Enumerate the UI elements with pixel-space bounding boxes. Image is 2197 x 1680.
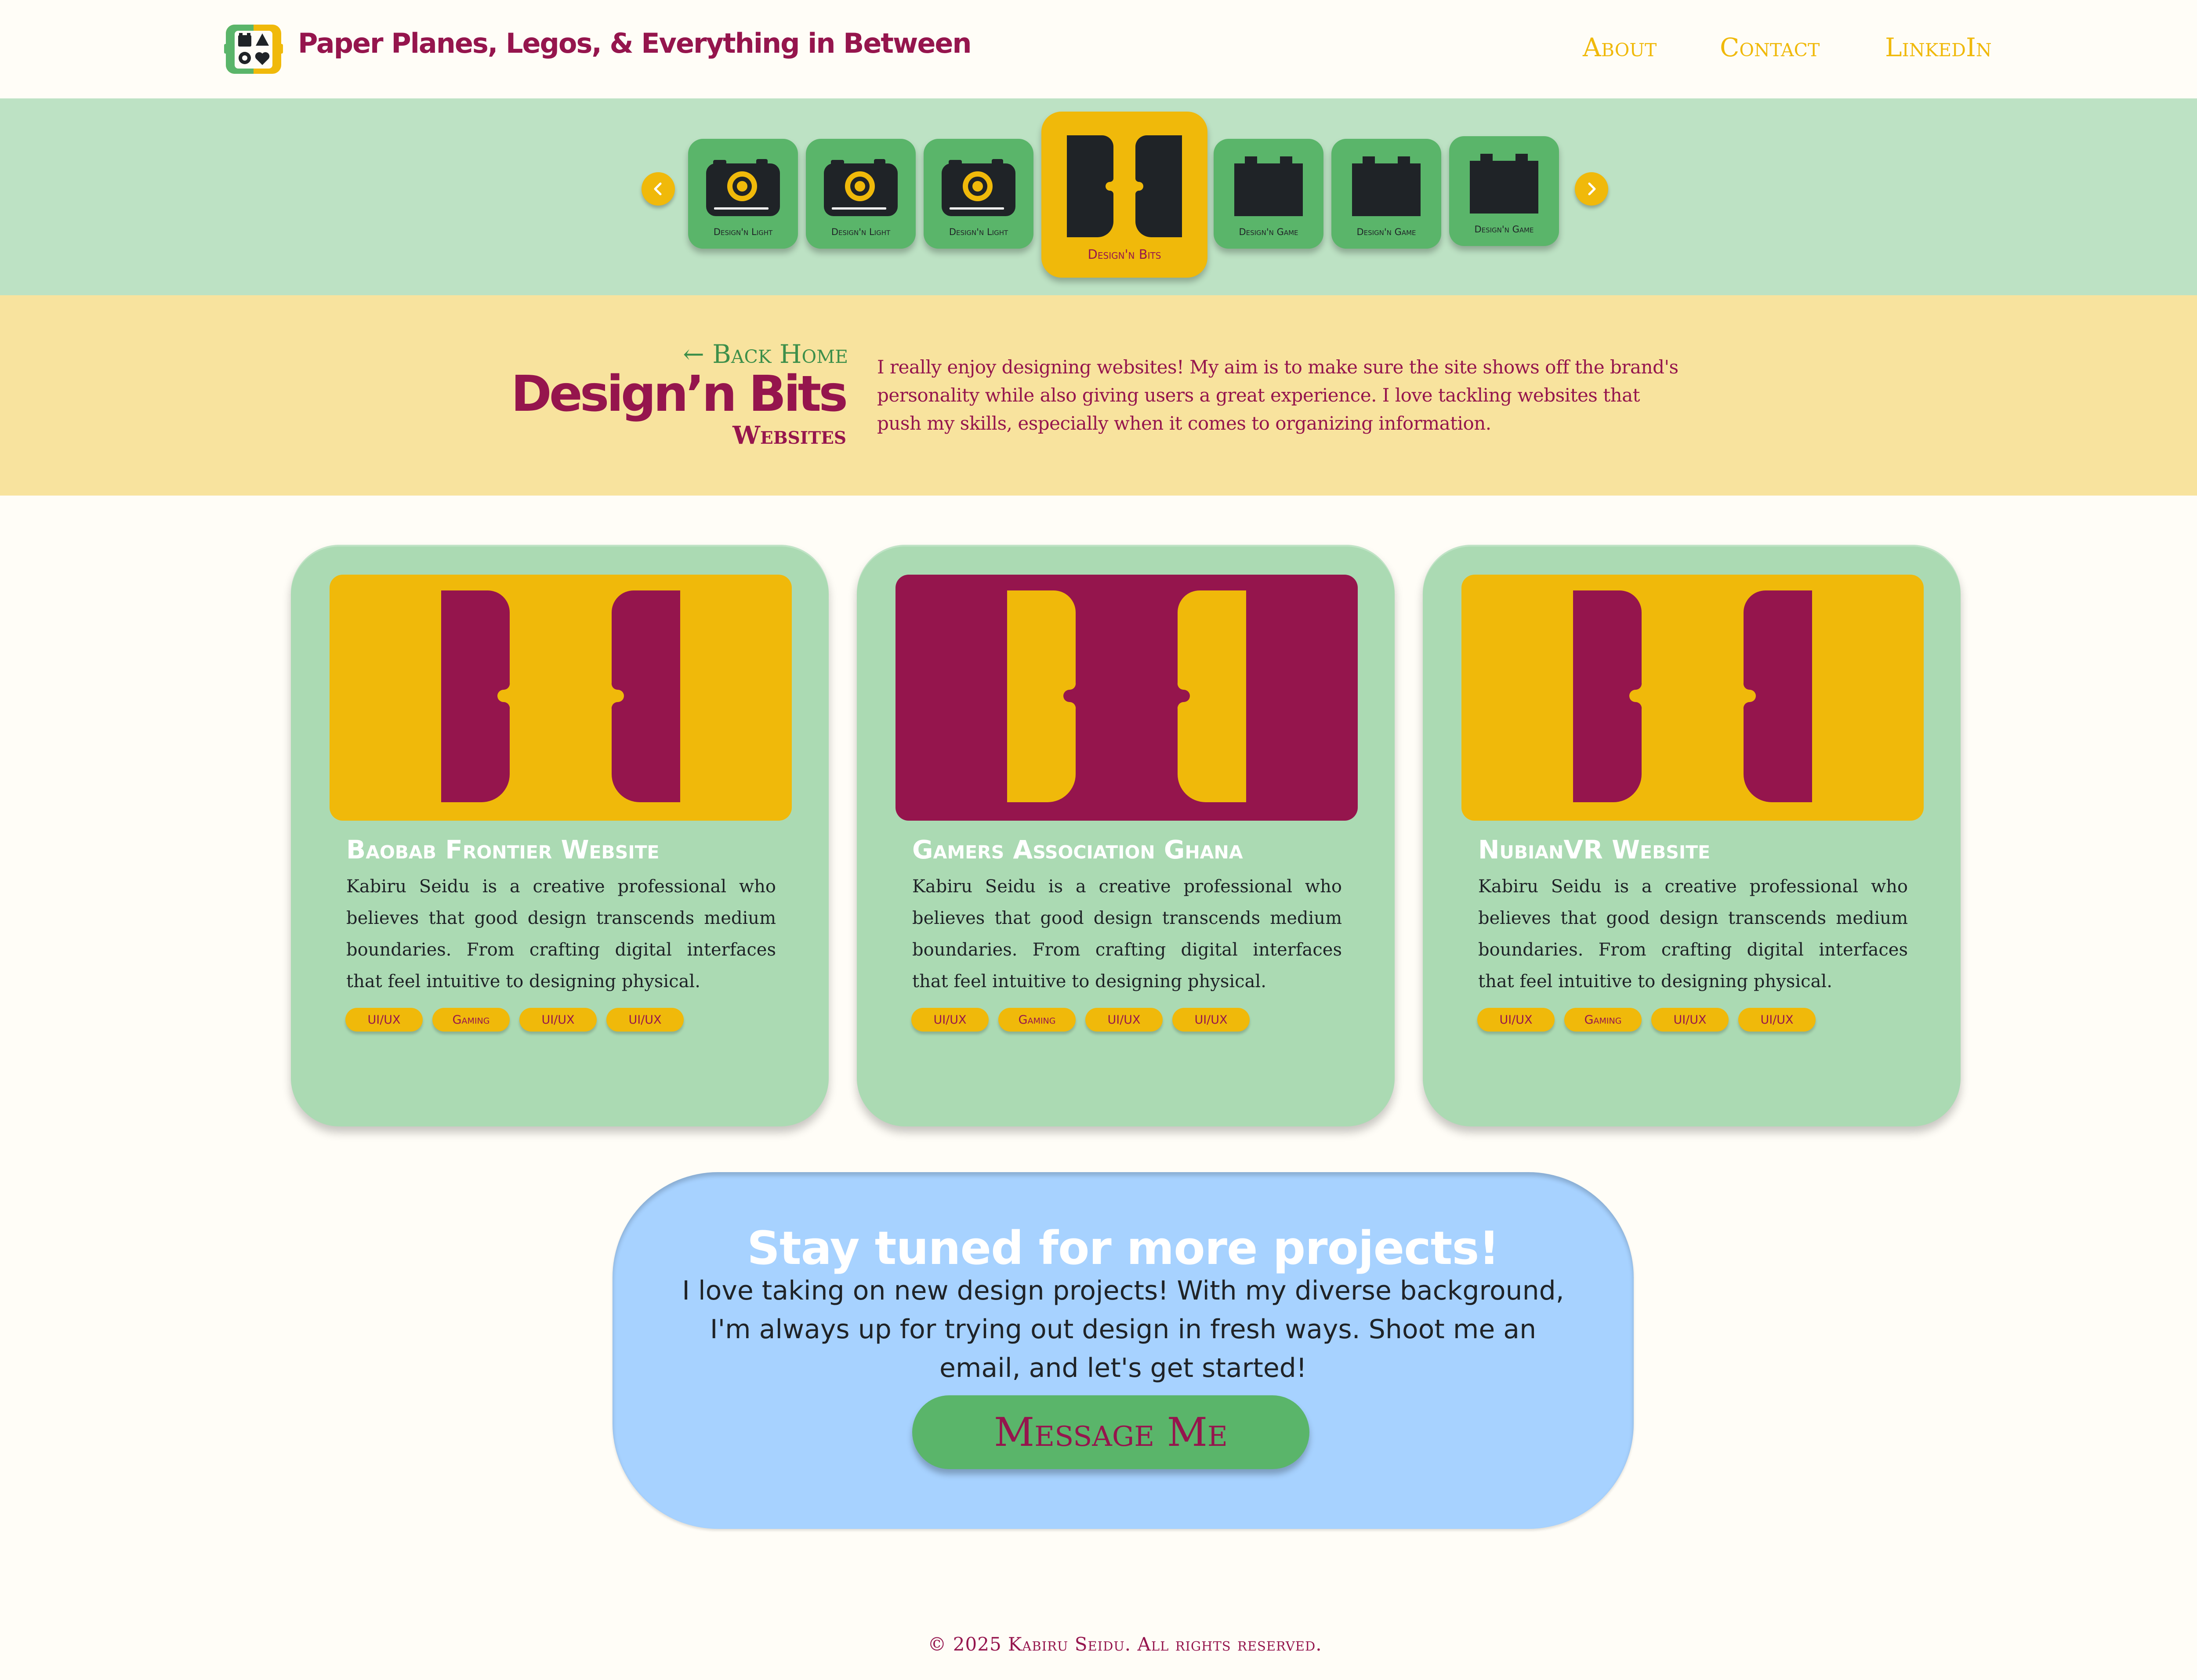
project-card[interactable]: Gamers Association Ghana Kabiru Seidu is… <box>857 545 1395 1126</box>
carousel-item-design-n-game[interactable]: Design'n Game <box>1449 136 1559 246</box>
project-title: Gamers Association Ghana <box>912 835 1243 865</box>
project-banner <box>895 575 1358 821</box>
tag-badge: UI/UX <box>345 1008 423 1032</box>
bits-logo-icon <box>1067 135 1182 237</box>
footer-copyright: © 2025 Kabiru Seidu. All rights reserved… <box>928 1633 1322 1655</box>
carousel-item-design-n-game[interactable]: Design'n Game <box>1331 139 1441 249</box>
nav-contact[interactable]: Contact <box>1720 33 1820 62</box>
camera-icon <box>706 159 780 216</box>
project-description: Kabiru Seidu is a creative professional … <box>1478 876 1908 992</box>
carousel-prev-button[interactable] <box>642 172 675 206</box>
carousel-item-label: Design'n Game <box>1239 227 1298 237</box>
camera-icon <box>942 159 1015 216</box>
tag-badge: Gaming <box>998 1008 1076 1032</box>
site-header: Paper Planes, Legos, & Everything in Bet… <box>0 0 2197 98</box>
back-home-link[interactable]: ← Back Home <box>683 339 848 369</box>
tag-badge: UI/UX <box>1477 1008 1555 1032</box>
cta-text: I love taking on new design projects! Wi… <box>682 1275 1564 1383</box>
site-logo[interactable] <box>224 21 283 76</box>
carousel-item-design-n-game[interactable]: Design'n Game <box>1214 139 1323 249</box>
carousel-item-label: Design'n Light <box>831 227 891 237</box>
logo-icon <box>224 25 283 74</box>
carousel-item-design-n-light[interactable]: Design'n Light <box>688 139 798 249</box>
project-title: Baobab Frontier Website <box>346 835 660 865</box>
category-description: I really enjoy designing websites! My ai… <box>877 356 1679 434</box>
cta-title: Stay tuned for more projects! <box>747 1221 1500 1275</box>
tag-badge: UI/UX <box>1738 1008 1816 1032</box>
camera-icon <box>824 159 898 216</box>
contact-cta: Stay tuned for more projects! I love tak… <box>613 1172 1634 1529</box>
nav-about[interactable]: About <box>1583 33 1657 62</box>
tag-badge: UI/UX <box>606 1008 684 1032</box>
chevron-left-icon <box>654 182 662 196</box>
tag-badge: UI/UX <box>519 1008 597 1032</box>
tag-badge: UI/UX <box>1651 1008 1729 1032</box>
tag-badge: UI/UX <box>911 1008 989 1032</box>
category-intro: ← Back Home Design’n Bits Websites I rea… <box>0 295 2197 496</box>
project-banner <box>330 575 792 821</box>
project-carousel: Design'n Light Design'n Light Design'n L… <box>0 98 2197 295</box>
carousel-item-label: Design'n Game <box>1356 227 1416 237</box>
carousel-next-button[interactable] <box>1575 172 1608 206</box>
tag-badge: Gaming <box>1564 1008 1642 1032</box>
nav-linkedin[interactable]: LinkedIn <box>1885 33 1992 62</box>
carousel-item-label: Design'n Bits <box>1088 247 1161 262</box>
project-tags: UI/UX Gaming UI/UX UI/UX <box>1477 1008 1816 1032</box>
bits-logo-banner <box>895 575 1358 821</box>
project-description: Kabiru Seidu is a creative professional … <box>912 876 1342 992</box>
page-subtitle: Websites <box>732 421 846 450</box>
page-title: Design’n Bits <box>511 366 848 423</box>
tag-badge: Gaming <box>432 1008 510 1032</box>
project-banner <box>1461 575 1924 821</box>
carousel-item-label: Design'n Light <box>713 227 773 237</box>
project-tags: UI/UX Gaming UI/UX UI/UX <box>911 1008 1250 1032</box>
bits-logo-banner <box>330 575 792 821</box>
chevron-right-icon <box>1588 182 1596 196</box>
project-description: Kabiru Seidu is a creative professional … <box>346 876 776 992</box>
carousel-item-label: Design'n Game <box>1474 224 1534 235</box>
lego-brick-icon <box>1470 154 1538 214</box>
carousel-item-design-n-bits[interactable]: Design'n Bits <box>1041 112 1207 278</box>
lego-brick-icon <box>1234 156 1303 216</box>
tag-badge: UI/UX <box>1172 1008 1250 1032</box>
lego-brick-icon <box>1352 156 1421 216</box>
project-card[interactable]: NubianVR Website Kabiru Seidu is a creat… <box>1423 545 1961 1126</box>
message-me-button[interactable]: Message Me <box>912 1395 1309 1469</box>
carousel-item-design-n-light[interactable]: Design'n Light <box>924 139 1033 249</box>
project-card[interactable]: Baobab Frontier Website Kabiru Seidu is … <box>291 545 829 1126</box>
carousel-item-label: Design'n Light <box>949 227 1008 237</box>
carousel-item-design-n-light[interactable]: Design'n Light <box>806 139 916 249</box>
project-tags: UI/UX Gaming UI/UX UI/UX <box>345 1008 684 1032</box>
site-title[interactable]: Paper Planes, Legos, & Everything in Bet… <box>298 27 972 59</box>
bits-logo-banner <box>1461 575 1924 821</box>
project-title: NubianVR Website <box>1478 835 1711 865</box>
tag-badge: UI/UX <box>1085 1008 1163 1032</box>
